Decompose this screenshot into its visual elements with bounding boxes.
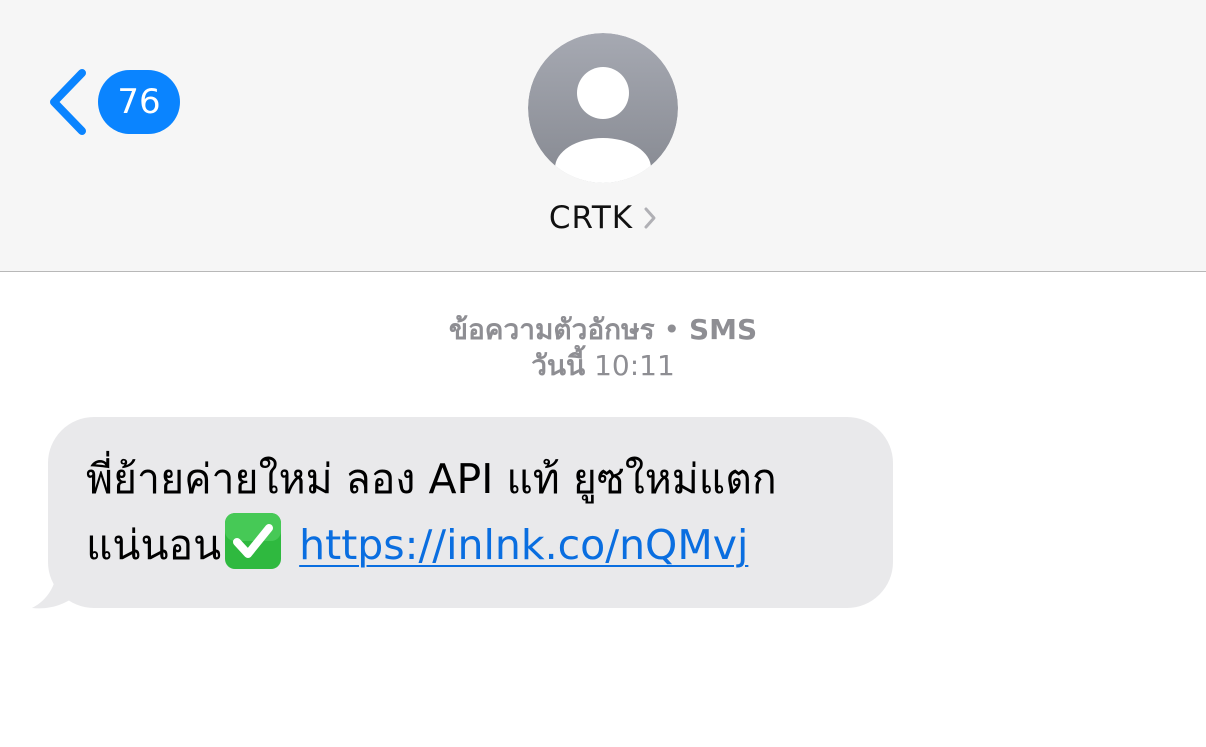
contact-avatar[interactable] xyxy=(528,33,678,183)
contact-name-button[interactable]: CRTK xyxy=(0,200,1206,236)
message-line-2: แน่นอน https://inlnk.co/nQMvj xyxy=(86,511,863,577)
service-separator: • xyxy=(663,313,681,346)
conversation-meta: ข้อความตัวอักษร • SMS วันนี้ 10:11 xyxy=(0,312,1206,384)
service-label: ข้อความตัวอักษร xyxy=(448,313,655,346)
timestamp: วันนี้ 10:11 xyxy=(0,348,1206,384)
back-button[interactable]: 76 xyxy=(44,66,180,138)
message-text: พี่ย้ายค่ายใหม่ ลอง API แท้ ยูซใหม่แตก แ… xyxy=(86,447,863,577)
service-type: SMS xyxy=(688,313,758,346)
chevron-right-icon xyxy=(644,207,656,229)
message-line-2-text: แน่นอน xyxy=(86,521,222,569)
contact-name: CRTK xyxy=(548,200,634,236)
day-label: วันนี้ xyxy=(531,349,586,382)
check-mark-button-icon xyxy=(225,513,282,569)
chevron-left-icon xyxy=(50,69,86,135)
message-line-1: พี่ย้ายค่ายใหม่ ลอง API แท้ ยูซใหม่แตก xyxy=(86,455,777,503)
person-silhouette-icon xyxy=(528,33,678,183)
time-label: 10:11 xyxy=(594,349,675,382)
conversation-header: 76 CRTK xyxy=(0,0,1206,272)
message-link[interactable]: https://inlnk.co/nQMvj xyxy=(299,521,748,569)
service-info: ข้อความตัวอักษร • SMS xyxy=(0,312,1206,348)
incoming-message-bubble[interactable]: พี่ย้ายค่ายใหม่ ลอง API แท้ ยูซใหม่แตก แ… xyxy=(48,417,893,608)
unread-count-badge: 76 xyxy=(98,70,180,134)
